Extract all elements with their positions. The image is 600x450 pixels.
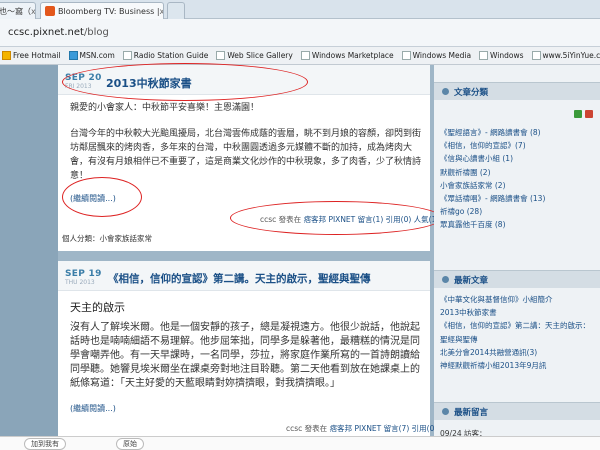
post-month-day: SEP 20 xyxy=(65,73,102,83)
left-background xyxy=(0,65,58,450)
post-separator xyxy=(58,251,430,261)
post-text: 台灣今年的中秋較大光颱風擾局，北台灣雲佈成蔭的雲層，眺不到月娘的容顏，卻閃到街坊… xyxy=(70,129,422,181)
category-item[interactable]: 眾真露他千百度 (8) xyxy=(440,218,600,231)
bookmark-5iyinyue[interactable]: www.5iYinYue.com xyxy=(531,51,600,60)
recent-post-item[interactable]: 北美分會2014共融營通訊(3) xyxy=(440,346,600,359)
bookmark-radio-station-guide[interactable]: Radio Station Guide xyxy=(122,51,209,60)
expand-icon[interactable] xyxy=(574,110,582,118)
comments-title: 最新留言 xyxy=(454,407,489,418)
close-icon[interactable]: x xyxy=(31,7,35,16)
post-revelation: SEP 19 THU 2013 《相信，信仰的宣認》第二講。天主的啟示，聖經與聖… xyxy=(58,261,470,450)
tab-blog[interactable]: 也～窩（ x xyxy=(0,2,36,19)
recent-post-item[interactable]: 神經默觀祈禱小組2013年9月訊 xyxy=(440,359,600,372)
post-month-day: SEP 19 xyxy=(65,269,102,279)
post-subtitle: 天主的啟示 xyxy=(70,301,125,314)
post-body: 沒有人了解埃米爾。他是一個安靜的孩子，總是凝視遠方。他很少說話，他說起話時也是喃… xyxy=(70,321,424,391)
tab-label: Bloomberg TV: Business | xyxy=(58,6,160,16)
original-button[interactable]: 原始 xyxy=(116,438,144,450)
close-icon[interactable]: x xyxy=(160,7,163,16)
category-item[interactable]: 《相信，信仰的宣認》(7) xyxy=(440,139,600,152)
page-icon xyxy=(479,51,489,60)
main-column: SEP 20 FRI 2013 2013中秋節家書 親愛的小會家人：中秋節平安喜… xyxy=(58,63,470,450)
bookmark-label: Windows Media xyxy=(412,51,472,60)
tab-label: 也～窩（ xyxy=(0,6,31,16)
categories-list: 《聖經語言》- 網路讀書會 (8) 《相信，信仰的宣認》(7) 《信與心讀書小組… xyxy=(440,126,600,232)
bookmark-web-slice-gallery[interactable]: Web Slice Gallery xyxy=(216,51,293,60)
post-date: SEP 19 THU 2013 xyxy=(65,269,102,286)
category-item[interactable]: 《聖經語言》- 網路讀書會 (8) xyxy=(440,126,600,139)
post-date: SEP 20 FRI 2013 xyxy=(65,73,102,90)
bullet-icon xyxy=(442,408,449,415)
category-item[interactable]: 《信與心讀書小組 (1) xyxy=(440,152,600,165)
bullet-icon xyxy=(442,88,449,95)
post-title[interactable]: 《相信，信仰的宣認》第二講。天主的啟示，聖經與聖傳 xyxy=(108,271,371,286)
bookmark-label: Windows Marketplace xyxy=(311,51,394,60)
address-bar[interactable]: ccsc.pixnet.net/blog xyxy=(0,19,600,47)
recent-posts-header: 最新文章 xyxy=(434,270,600,288)
category-item[interactable]: 默觀祈禱團 (2) xyxy=(440,166,600,179)
categories-header: 文章分類 xyxy=(434,82,600,100)
recent-post-item[interactable]: 聖經與聖傳 xyxy=(440,333,600,346)
bookmark-label: Radio Station Guide xyxy=(133,51,209,60)
status-bar: 加到我有 原始 xyxy=(0,436,600,450)
category-item[interactable]: 《眾話禱唱》- 網路讀書會 (13) xyxy=(440,192,600,205)
url-path: /blog xyxy=(83,27,109,38)
tab-bar: 也～窩（ x Bloomberg TV: Business | x xyxy=(0,0,600,19)
post-category[interactable]: 個人分類：小會家族話家常 xyxy=(62,233,152,244)
bloomberg-icon xyxy=(45,6,55,16)
bookmark-windows-media[interactable]: Windows Media xyxy=(401,51,472,60)
bookmark-msn[interactable]: MSN.com xyxy=(68,51,115,60)
categories-title: 文章分類 xyxy=(454,87,489,98)
bookmarks-bar: Free Hotmail MSN.com Radio Station Guide… xyxy=(0,47,600,65)
new-tab-button[interactable] xyxy=(167,2,185,19)
page-viewport: SEP 20 FRI 2013 2013中秋節家書 親愛的小會家人：中秋節平安喜… xyxy=(0,63,600,450)
bookmark-windows[interactable]: Windows xyxy=(479,51,524,60)
url-host: ccsc.pixnet.net xyxy=(8,27,84,38)
recent-title: 最新文章 xyxy=(454,275,489,286)
read-more-link[interactable]: (繼續閱讀...) xyxy=(70,403,116,414)
post-body: 親愛的小會家人：中秋節平安喜樂！主恩滿園！ 台灣今年的中秋較大光颱風擾局，北台灣… xyxy=(70,101,422,183)
bookmark-windows-marketplace[interactable]: Windows Marketplace xyxy=(300,51,394,60)
sidebar: 文章分類 《聖經語言》- 網路讀書會 (8) 《相信，信仰的宣認》(7) 《信與… xyxy=(434,65,600,450)
recent-posts-list: 《中華文化與基督信仰》小組簡介 2013中秋節家書 《相信，信仰的宣認》第二講：… xyxy=(440,293,600,372)
category-item[interactable]: 小會家族話家常 (2) xyxy=(440,179,600,192)
category-item[interactable]: 祈禱go (28) xyxy=(440,205,600,218)
meta-prefix: ccsc 發表在 xyxy=(260,215,302,224)
page-icon xyxy=(122,51,132,60)
post-weekday-year: FRI 2013 xyxy=(65,83,92,90)
bullet-icon xyxy=(442,276,449,283)
hotmail-icon xyxy=(2,51,11,60)
add-to-mine-button[interactable]: 加到我有 xyxy=(24,438,66,450)
page-icon xyxy=(300,51,310,60)
recent-post-item[interactable]: 《相信，信仰的宣認》第二講：天主的啟示： xyxy=(440,319,600,332)
page-icon xyxy=(531,51,541,60)
post-title[interactable]: 2013中秋節家書 xyxy=(106,75,192,91)
url-text[interactable]: ccsc.pixnet.net/blog xyxy=(8,27,109,38)
post-text: 沒有人了解埃米爾。他是一個安靜的孩子，總是凝視遠方。他很少說話，他說起話時也是喃… xyxy=(70,322,420,389)
post-mid-autumn: SEP 20 FRI 2013 2013中秋節家書 親愛的小會家人：中秋節平安喜… xyxy=(58,65,444,244)
meta-prefix: ccsc 發表在 xyxy=(286,424,328,433)
collapse-icon[interactable] xyxy=(585,110,593,118)
meta-stats-link[interactable]: 痞客邦 PIXNET 留言(1) 引用(0) 人氣(17) xyxy=(304,215,444,224)
recent-post-item[interactable]: 2013中秋節家書 xyxy=(440,306,600,319)
post-greeting: 親愛的小會家人：中秋節平安喜樂！主恩滿園！ xyxy=(70,103,260,113)
bookmark-label: Free Hotmail xyxy=(13,51,61,60)
bookmark-free-hotmail[interactable]: Free Hotmail xyxy=(2,51,61,60)
post-weekday-year: THU 2013 xyxy=(65,279,95,286)
tab-bloomberg[interactable]: Bloomberg TV: Business | x xyxy=(40,2,164,19)
recent-post-item[interactable]: 《中華文化與基督信仰》小組簡介 xyxy=(440,293,600,306)
post-meta: ccsc 發表在 痞客邦 PIXNET 留言(1) 引用(0) 人氣(17) xyxy=(260,214,444,225)
recent-comments-header: 最新留言 xyxy=(434,402,600,420)
page-icon xyxy=(216,51,226,60)
bookmark-label: Web Slice Gallery xyxy=(227,51,293,60)
read-more-link[interactable]: (繼續閱讀...) xyxy=(70,193,116,204)
bookmark-label: MSN.com xyxy=(79,51,115,60)
msn-icon xyxy=(68,51,78,60)
bookmark-label: Windows xyxy=(490,51,524,60)
bookmark-label: www.5iYinYue.com xyxy=(542,51,600,60)
page-icon xyxy=(401,51,411,60)
